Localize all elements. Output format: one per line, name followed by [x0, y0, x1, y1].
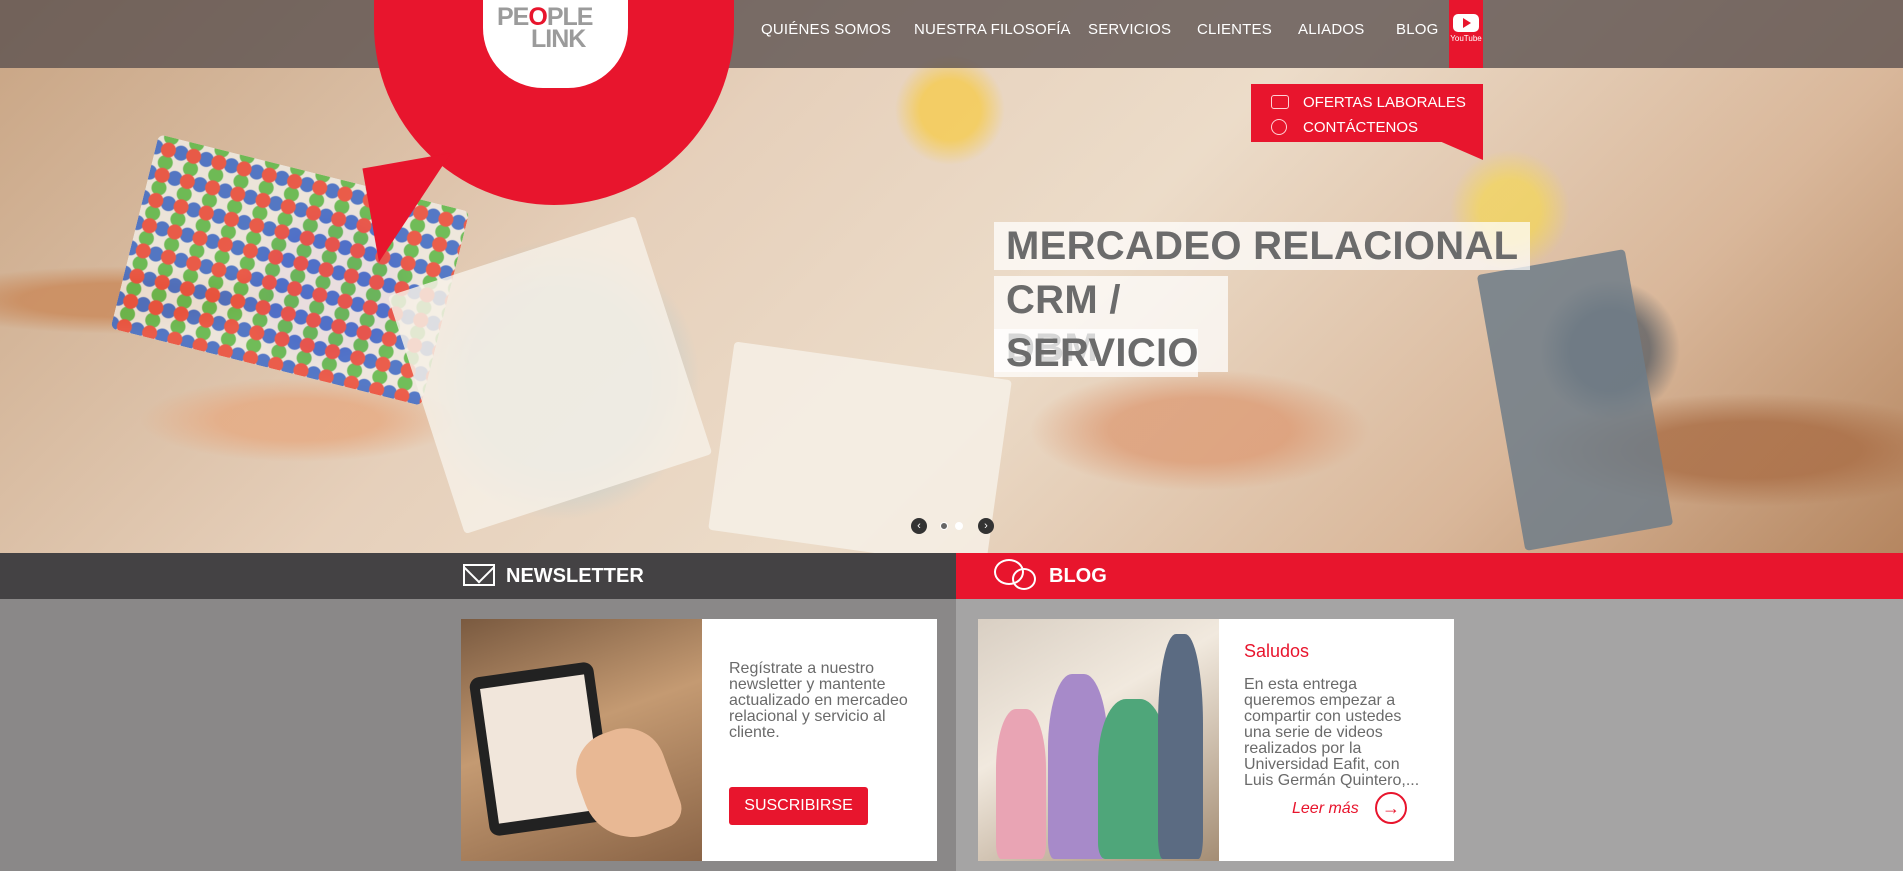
slider-dot-active[interactable]: [955, 522, 963, 530]
hero-phone-decoration: [1476, 249, 1674, 551]
hero-slide-line: MERCADEO RELACIONAL: [994, 222, 1531, 270]
subscribe-button[interactable]: SUSCRIBIRSE: [729, 787, 868, 825]
quick-links-panel: OFERTAS LABORALES CONTÁCTENOS: [1251, 84, 1483, 142]
slider-dot[interactable]: [940, 522, 948, 530]
hero-paper-decoration: [708, 341, 1012, 553]
logo-bubble-tail: [362, 152, 468, 263]
nav-item-clientes[interactable]: CLIENTES: [1197, 0, 1272, 58]
hero-slide-line: SERVICIO: [994, 329, 1199, 377]
chat-bubble-icon: [1012, 568, 1036, 590]
briefcase-icon: [1271, 95, 1289, 109]
person-illustration: [1158, 634, 1203, 859]
blog-title: BLOG: [1049, 565, 1107, 587]
user-icon: [1271, 119, 1287, 135]
read-more-link[interactable]: Leer más: [1292, 800, 1359, 818]
blog-post-image[interactable]: [978, 619, 1219, 861]
quick-links-tail: [1437, 140, 1483, 160]
nav-item-aliados[interactable]: ALIADOS: [1298, 0, 1364, 58]
youtube-icon: [1453, 14, 1479, 32]
newsletter-title: NEWSLETTER: [506, 565, 644, 587]
newsletter-description: Regístrate a nuestro newsletter y manten…: [729, 660, 908, 741]
contact-link-label: CONTÁCTENOS: [1303, 118, 1419, 136]
nav-item-quienes-somos[interactable]: QUIÉNES SOMOS: [761, 0, 891, 58]
youtube-label: YouTube: [1450, 34, 1482, 43]
hero-slider: [0, 0, 1903, 553]
nav-item-nuestra-filosofia[interactable]: NUESTRA FILOSOFÍA: [914, 0, 1071, 58]
envelope-icon: [463, 564, 495, 586]
blog-post-excerpt: En esta entrega queremos empezar a compa…: [1244, 676, 1420, 789]
arrow-right-icon[interactable]: →: [1375, 792, 1407, 824]
youtube-link[interactable]: YouTube: [1449, 0, 1483, 68]
slider-next-button[interactable]: ›: [978, 518, 994, 534]
nav-item-servicios[interactable]: SERVICIOS: [1088, 0, 1171, 58]
contact-link[interactable]: CONTÁCTENOS: [1271, 117, 1418, 137]
jobs-link-label: OFERTAS LABORALES: [1303, 93, 1466, 111]
jobs-link[interactable]: OFERTAS LABORALES: [1271, 92, 1466, 112]
newsletter-image: [461, 619, 702, 861]
nav-item-blog[interactable]: BLOG: [1396, 0, 1438, 58]
people-link-logo[interactable]: PEOPLE LINK: [497, 5, 593, 52]
blog-post-title[interactable]: Saludos: [1244, 641, 1309, 662]
person-illustration: [996, 709, 1046, 859]
slider-prev-button[interactable]: ‹: [911, 518, 927, 534]
